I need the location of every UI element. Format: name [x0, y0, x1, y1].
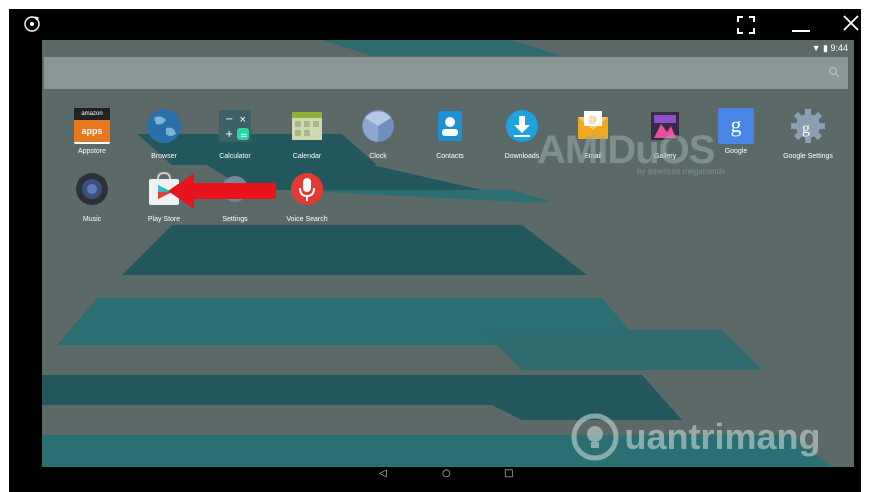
title-bar	[9, 9, 861, 40]
calendar-icon	[292, 112, 322, 140]
app-calculator[interactable]: − × + = Calculator	[195, 108, 275, 160]
svg-text:+: +	[225, 129, 233, 140]
app-contacts[interactable]: Contacts	[410, 108, 490, 160]
app-calendar[interactable]: Calendar	[267, 108, 347, 160]
red-arrow-annotation	[168, 173, 276, 209]
amiduos-watermark: AMIDuOS by american megatrends	[537, 128, 726, 176]
status-time: 9:44	[830, 43, 848, 53]
home-icon[interactable]: ○	[442, 468, 451, 479]
gear-icon: g	[791, 109, 825, 143]
status-bar: ▼ ▮ 9:44	[42, 40, 854, 56]
wifi-icon: ▼	[811, 43, 821, 53]
app-browser[interactable]: Browser	[124, 108, 204, 160]
emulator-window: ▼ ▮ 9:44 amazon apps Appstore Browser − …	[9, 9, 861, 492]
android-screen: ▼ ▮ 9:44 amazon apps Appstore Browser − …	[42, 40, 854, 481]
search-icon	[828, 66, 840, 78]
quantrimang-watermark: uantrimang	[570, 412, 820, 462]
minimize-icon[interactable]	[791, 16, 811, 34]
svg-text:=: =	[240, 131, 248, 141]
app-music[interactable]: Music	[52, 171, 132, 223]
app-clock[interactable]: Clock	[338, 108, 418, 160]
rotate-icon[interactable]	[23, 15, 41, 33]
clock-icon	[362, 110, 394, 142]
globe-icon	[147, 109, 181, 143]
search-bar[interactable]	[44, 57, 848, 89]
fullscreen-icon[interactable]	[737, 16, 755, 34]
svg-text:g: g	[802, 120, 810, 137]
recents-icon[interactable]: □	[504, 468, 513, 479]
speaker-icon	[76, 173, 108, 205]
amazon-appstore-icon: amazon apps	[74, 108, 110, 144]
battery-icon: ▮	[823, 43, 828, 53]
close-icon[interactable]	[843, 15, 859, 31]
back-icon[interactable]: ◁	[379, 468, 387, 479]
bulb-logo-icon	[571, 413, 619, 461]
app-appstore[interactable]: amazon apps Appstore	[52, 108, 132, 155]
calculator-icon: − × + =	[219, 110, 251, 142]
download-icon	[506, 110, 538, 142]
svg-text:×: ×	[239, 115, 247, 125]
svg-text:−: −	[225, 114, 233, 125]
app-google-settings[interactable]: g Google Settings	[768, 108, 848, 160]
navigation-bar: ◁ ○ □	[42, 467, 854, 481]
microphone-icon	[291, 173, 323, 205]
svg-text:@: @	[588, 115, 597, 125]
contacts-icon	[438, 111, 462, 141]
app-voice-search[interactable]: Voice Search	[267, 171, 347, 223]
